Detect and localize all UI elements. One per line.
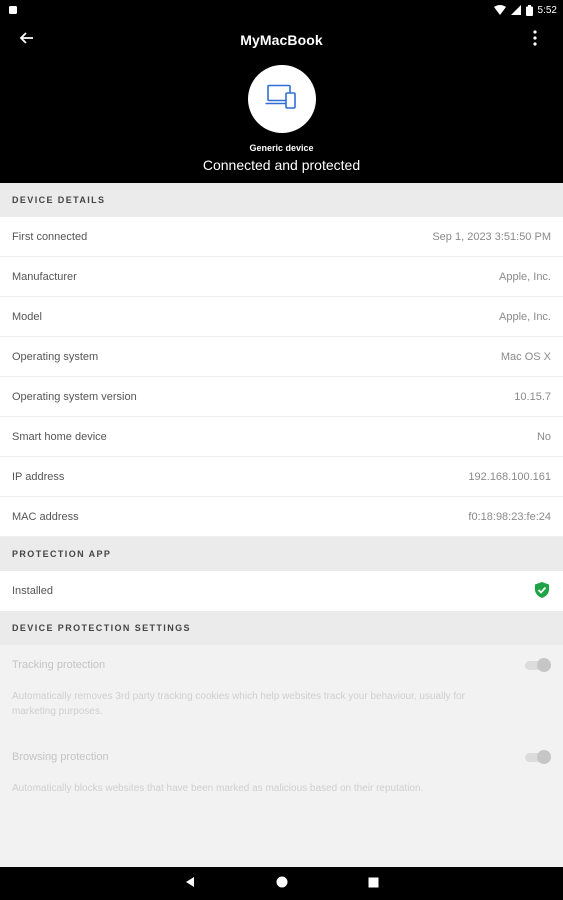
detail-row-mac-address: MAC address f0:18:98:23:fe:24 <box>0 497 563 537</box>
detail-row-operating-system: Operating system Mac OS X <box>0 337 563 377</box>
device-details-heading: DEVICE DETAILS <box>0 183 563 217</box>
arrow-left-icon <box>18 30 34 51</box>
notification-icon <box>8 5 18 15</box>
nav-recents-button[interactable] <box>364 874 384 894</box>
detail-value: f0:18:98:23:fe:24 <box>468 510 551 523</box>
protection-settings-list: Tracking protection Automatically remove… <box>0 645 563 867</box>
device-details-list: First connected Sep 1, 2023 3:51:50 PM M… <box>0 217 563 537</box>
square-recents-icon <box>368 875 379 893</box>
setting-description: Automatically blocks websites that have … <box>12 783 424 794</box>
detail-value: 192.168.100.161 <box>468 470 551 483</box>
installed-label: Installed <box>12 585 53 597</box>
toggle-knob <box>537 750 551 764</box>
device-header: MyMacBook Generic device Connected and p… <box>0 20 563 183</box>
more-vert-icon <box>533 29 537 51</box>
detail-label: Model <box>12 310 42 323</box>
protection-settings-heading: DEVICE PROTECTION SETTINGS <box>0 611 563 645</box>
protection-app-row: Installed <box>0 571 563 611</box>
nav-back-button[interactable] <box>180 874 200 894</box>
setting-title: Browsing protection <box>12 751 109 763</box>
device-avatar <box>248 65 316 133</box>
status-time: 5:52 <box>537 4 557 16</box>
setting-title: Tracking protection <box>12 659 106 671</box>
detail-value: Sep 1, 2023 3:51:50 PM <box>432 230 551 243</box>
device-type-label: Generic device <box>249 143 314 153</box>
detail-row-first-connected: First connected Sep 1, 2023 3:51:50 PM <box>0 217 563 257</box>
protection-app-heading: PROTECTION APP <box>0 537 563 571</box>
overflow-menu-button[interactable] <box>525 28 545 52</box>
detail-label: Smart home device <box>12 430 107 443</box>
laptop-phone-icon <box>265 84 299 115</box>
detail-label: MAC address <box>12 510 79 523</box>
detail-row-ip-address: IP address 192.168.100.161 <box>0 457 563 497</box>
setting-description: Automatically removes 3rd party tracking… <box>12 691 465 717</box>
nav-home-button[interactable] <box>272 874 292 894</box>
setting-browsing-protection: Browsing protection Automatically blocks… <box>0 737 563 829</box>
circle-home-icon <box>276 875 288 893</box>
toggle-knob <box>537 658 551 672</box>
detail-row-os-version: Operating system version 10.15.7 <box>0 377 563 417</box>
connection-status: Connected and protected <box>202 157 361 173</box>
setting-tracking-protection: Tracking protection Automatically remove… <box>0 645 563 737</box>
status-bar: 5:52 <box>0 0 563 20</box>
tracking-protection-toggle[interactable] <box>525 658 551 672</box>
detail-row-smart-home: Smart home device No <box>0 417 563 457</box>
detail-label: First connected <box>12 230 88 243</box>
battery-icon <box>525 4 533 16</box>
detail-row-manufacturer: Manufacturer Apple, Inc. <box>0 257 563 297</box>
system-navigation-bar <box>0 867 563 900</box>
detail-value: Apple, Inc. <box>499 310 551 323</box>
detail-label: IP address <box>12 470 65 483</box>
browsing-protection-toggle[interactable] <box>525 750 551 764</box>
triangle-back-icon <box>184 875 196 893</box>
wifi-icon <box>493 5 506 15</box>
detail-label: Manufacturer <box>12 270 77 283</box>
app-bar: MyMacBook <box>0 20 563 60</box>
detail-label: Operating system <box>12 350 99 363</box>
detail-row-model: Model Apple, Inc. <box>0 297 563 337</box>
page-title: MyMacBook <box>240 32 323 48</box>
device-details-screen: 5:52 MyMacBook Generic device Connected … <box>0 0 563 900</box>
signal-icon <box>510 5 521 15</box>
detail-label: Operating system version <box>12 390 137 403</box>
detail-value: Apple, Inc. <box>499 270 551 283</box>
detail-value: No <box>536 430 551 443</box>
detail-value: Mac OS X <box>500 350 551 363</box>
detail-value: 10.15.7 <box>514 390 551 403</box>
back-button[interactable] <box>12 28 40 52</box>
shield-check-icon <box>533 581 551 602</box>
